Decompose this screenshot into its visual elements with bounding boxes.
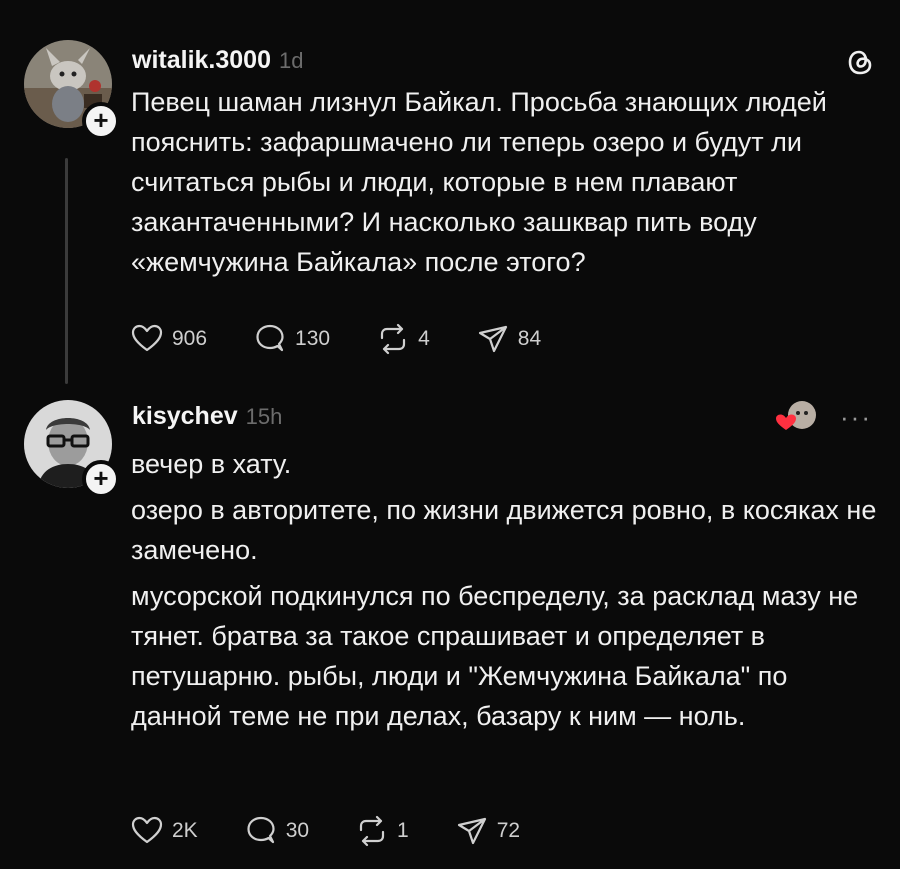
repost-button[interactable]: 4 [376, 322, 430, 356]
heart-icon [131, 816, 163, 844]
plus-label: + [93, 105, 109, 135]
like-button[interactable]: 906 [130, 322, 207, 356]
comment-icon [247, 816, 275, 844]
post-kisychev: + kisychev 15h ··· вечер в хату. озеро в … [0, 388, 900, 869]
username[interactable]: kisychev [132, 402, 238, 430]
post-author[interactable]: witalik.3000 1d [132, 46, 303, 75]
liked-by-author-badge [774, 400, 818, 434]
liked-by-author-avatar-icon [776, 401, 816, 430]
comment-count: 30 [285, 819, 310, 842]
repost-icon [359, 815, 385, 847]
like-count: 2K [172, 819, 198, 842]
repost-count: 4 [418, 327, 430, 350]
post-actions: 906 130 4 84 [130, 322, 587, 356]
comment-count: 130 [295, 327, 331, 350]
heart-icon [131, 324, 163, 352]
post-actions: 2K 30 1 72 [130, 814, 566, 848]
post-witalik: + witalik.3000 1d Певец шаман лизнул Байк… [0, 30, 900, 400]
thread-line [65, 158, 68, 384]
share-button[interactable]: 72 [455, 814, 520, 848]
share-icon [457, 817, 486, 845]
comment-button[interactable]: 130 [253, 322, 330, 356]
post-text: вечер в хату. озеро в авторитете, по жиз… [131, 444, 881, 742]
repost-count: 1 [397, 819, 409, 842]
post-text: Певец шаман лизнул Байкал. Просьба знающ… [131, 82, 881, 288]
follow-plus-button[interactable]: + [82, 460, 120, 498]
share-icon [478, 325, 507, 353]
share-button[interactable]: 84 [476, 322, 541, 356]
repost-icon [380, 323, 406, 355]
post-paragraph: Певец шаман лизнул Байкал. Просьба знающ… [131, 87, 827, 277]
plus-label: + [93, 463, 109, 493]
like-count: 906 [172, 327, 208, 350]
post-paragraph: озеро в авторитете, по жизни движется ро… [131, 495, 877, 565]
follow-plus-button[interactable]: + [82, 102, 120, 140]
threads-logo-icon[interactable] [846, 46, 874, 83]
like-button[interactable]: 2K [130, 814, 198, 848]
comment-icon [256, 324, 284, 352]
username[interactable]: witalik.3000 [132, 46, 271, 74]
post-time: 1d [278, 48, 304, 73]
more-icon[interactable]: ··· [840, 402, 872, 433]
post-author[interactable]: kisychev 15h [132, 402, 282, 431]
repost-button[interactable]: 1 [355, 814, 409, 848]
share-count: 84 [517, 327, 542, 350]
post-time: 15h [245, 404, 283, 429]
share-count: 72 [496, 819, 521, 842]
post-paragraph: вечер в хату. [131, 449, 292, 479]
comment-button[interactable]: 30 [244, 814, 309, 848]
post-paragraph: мусорской подкинулся по беспределу, за р… [131, 581, 859, 731]
